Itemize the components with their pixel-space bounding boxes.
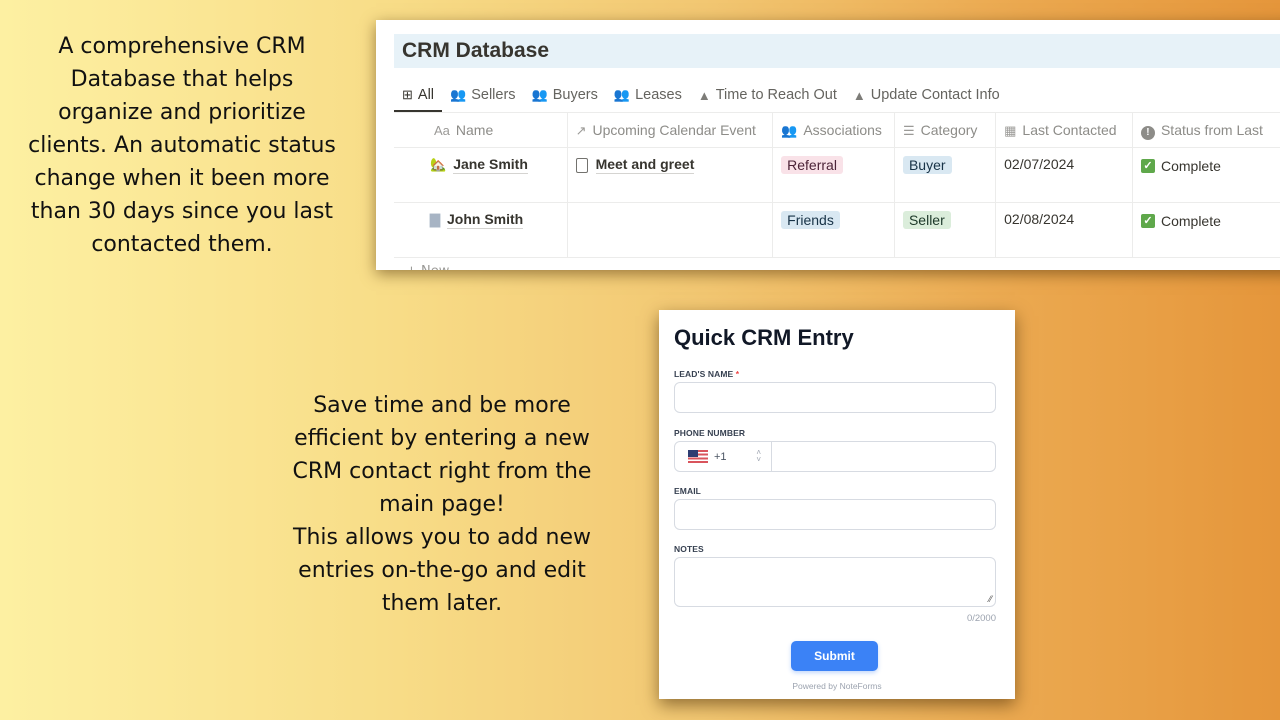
tab-label: Leases xyxy=(635,87,682,103)
event-cell[interactable]: Meet and greet xyxy=(567,147,774,203)
tab-label: All xyxy=(417,87,435,103)
us-flag-icon xyxy=(688,450,708,463)
new-row-button[interactable]: + New xyxy=(406,264,449,270)
category-tag: Buyer xyxy=(902,156,952,174)
warning-icon: ▲ xyxy=(852,87,866,103)
category-cell[interactable]: Seller xyxy=(894,202,997,258)
tab-label: Buyers xyxy=(552,87,598,103)
event-link[interactable]: Meet and greet xyxy=(595,156,695,174)
country-code: +1 xyxy=(714,450,727,463)
people-icon: 👥 xyxy=(613,87,631,102)
database-title-bar: CRM Database xyxy=(394,34,1280,68)
checkmark-icon: ✓ xyxy=(1140,213,1155,228)
lead-name-input[interactable] xyxy=(674,382,996,413)
association-tag: Friends xyxy=(781,211,840,229)
tab-label: Update Contact Info xyxy=(870,87,1000,103)
category-cell[interactable]: Buyer xyxy=(894,147,997,203)
powered-by-link[interactable]: Powered by NoteForms xyxy=(659,681,1015,691)
text-property-icon: Aa xyxy=(434,123,450,138)
last-contacted-cell[interactable]: 02/07/2024 xyxy=(995,147,1133,203)
phone-number-field: +1 ˄ ˅ xyxy=(674,441,996,472)
people-icon: 👥 xyxy=(450,87,467,102)
contact-name-link[interactable]: Jane Smith xyxy=(453,156,528,174)
column-header-name[interactable]: Aa Name xyxy=(394,112,568,148)
name-cell[interactable]: 🏡 Jane Smith xyxy=(394,147,568,203)
contact-name-link[interactable]: John Smith xyxy=(447,211,524,229)
column-header-category[interactable]: ☰ Category xyxy=(894,112,997,148)
checkmark-icon: ✓ xyxy=(1140,158,1155,173)
table-row: ▇ John Smith Friends Seller 02/08/2024 ✓… xyxy=(394,202,1280,258)
country-code-select[interactable]: +1 ˄ ˅ xyxy=(675,442,772,471)
resize-handle-icon[interactable]: ⁄⁄ xyxy=(989,594,992,604)
form-description: Save time and be more efficient by enter… xyxy=(292,393,592,616)
notes-textarea[interactable]: ⁄⁄ xyxy=(674,557,996,607)
table-header-row: Aa Name ↗ Upcoming Calendar Event 👥 Associa… xyxy=(394,112,1280,148)
status-label: Complete xyxy=(1160,212,1221,229)
column-header-associations[interactable]: 👥 Associations xyxy=(772,112,895,148)
quick-crm-entry-form: Quick CRM Entry LEAD'S NAME * PHONE NUMB… xyxy=(659,310,1015,699)
notes-char-count: 0/2000 xyxy=(966,613,996,624)
house-icon: 🏡 xyxy=(430,157,447,172)
column-header-status[interactable]: ! Status from Last xyxy=(1132,112,1280,148)
status-label: Complete xyxy=(1160,157,1221,174)
table-row: 🏡 Jane Smith Meet and greet Referral Buy… xyxy=(394,147,1280,203)
tab-label: Time to Reach Out xyxy=(715,87,837,103)
event-cell[interactable] xyxy=(567,202,774,258)
exclamation-icon: ! xyxy=(1140,125,1155,140)
association-cell[interactable]: Referral xyxy=(772,147,895,203)
association-cell[interactable]: Friends xyxy=(772,202,895,258)
warning-icon: ▲ xyxy=(697,87,711,103)
people-icon: 👥 xyxy=(781,123,798,138)
last-contacted-cell[interactable]: 02/08/2024 xyxy=(995,202,1133,258)
email-label: EMAIL xyxy=(674,486,701,496)
form-title: Quick CRM Entry xyxy=(674,325,854,350)
table-icon: ⊞ xyxy=(402,87,413,102)
phone-number-label: PHONE NUMBER xyxy=(674,428,746,438)
chevron-updown-icon: ˄ ˅ xyxy=(756,448,761,464)
status-cell[interactable]: ✓ Complete xyxy=(1132,202,1280,258)
lead-name-label: LEAD'S NAME * xyxy=(674,369,740,379)
view-tabs: ⊞ All 👥 Sellers 👥 Buyers 👥 Leases ▲ Time… xyxy=(394,78,1280,112)
submit-button[interactable]: Submit xyxy=(791,641,878,671)
tab-label: Sellers xyxy=(471,87,516,103)
page-icon: ▇ xyxy=(430,212,440,227)
category-tag: Seller xyxy=(902,211,951,229)
column-header-upcoming-event[interactable]: ↗ Upcoming Calendar Event xyxy=(567,112,774,148)
crm-table: Aa Name ↗ Upcoming Calendar Event 👥 Associa… xyxy=(394,112,1280,258)
phone-number-input[interactable] xyxy=(772,442,995,471)
tab-time-to-reach-out[interactable]: ▲ Time to Reach Out xyxy=(690,78,845,112)
document-icon xyxy=(575,157,588,173)
notes-label: NOTES xyxy=(674,544,704,554)
email-input[interactable] xyxy=(674,499,996,530)
relation-arrow-icon: ↗ xyxy=(575,123,587,138)
database-title[interactable]: CRM Database xyxy=(402,39,549,63)
people-icon: 👥 xyxy=(531,87,548,102)
list-icon: ☰ xyxy=(902,123,915,138)
required-marker: * xyxy=(735,369,740,379)
database-description: A comprehensive CRM Database that helps … xyxy=(28,34,336,257)
name-cell[interactable]: ▇ John Smith xyxy=(394,202,568,258)
tab-all[interactable]: ⊞ All xyxy=(394,78,443,112)
tab-buyers[interactable]: 👥 Buyers xyxy=(524,78,606,112)
tab-leases[interactable]: 👥 Leases xyxy=(606,78,690,112)
tab-sellers[interactable]: 👥 Sellers xyxy=(442,78,524,112)
crm-database-panel: CRM Database ⊞ All 👥 Sellers 👥 Buyers 👥 … xyxy=(376,20,1280,270)
status-cell[interactable]: ✓ Complete xyxy=(1132,147,1280,203)
calendar-icon: ▦ xyxy=(1004,123,1017,138)
association-tag: Referral xyxy=(781,156,843,174)
tab-update-contact-info[interactable]: ▲ Update Contact Info xyxy=(845,78,1008,112)
column-header-last-contacted[interactable]: ▦ Last Contacted xyxy=(995,112,1133,148)
